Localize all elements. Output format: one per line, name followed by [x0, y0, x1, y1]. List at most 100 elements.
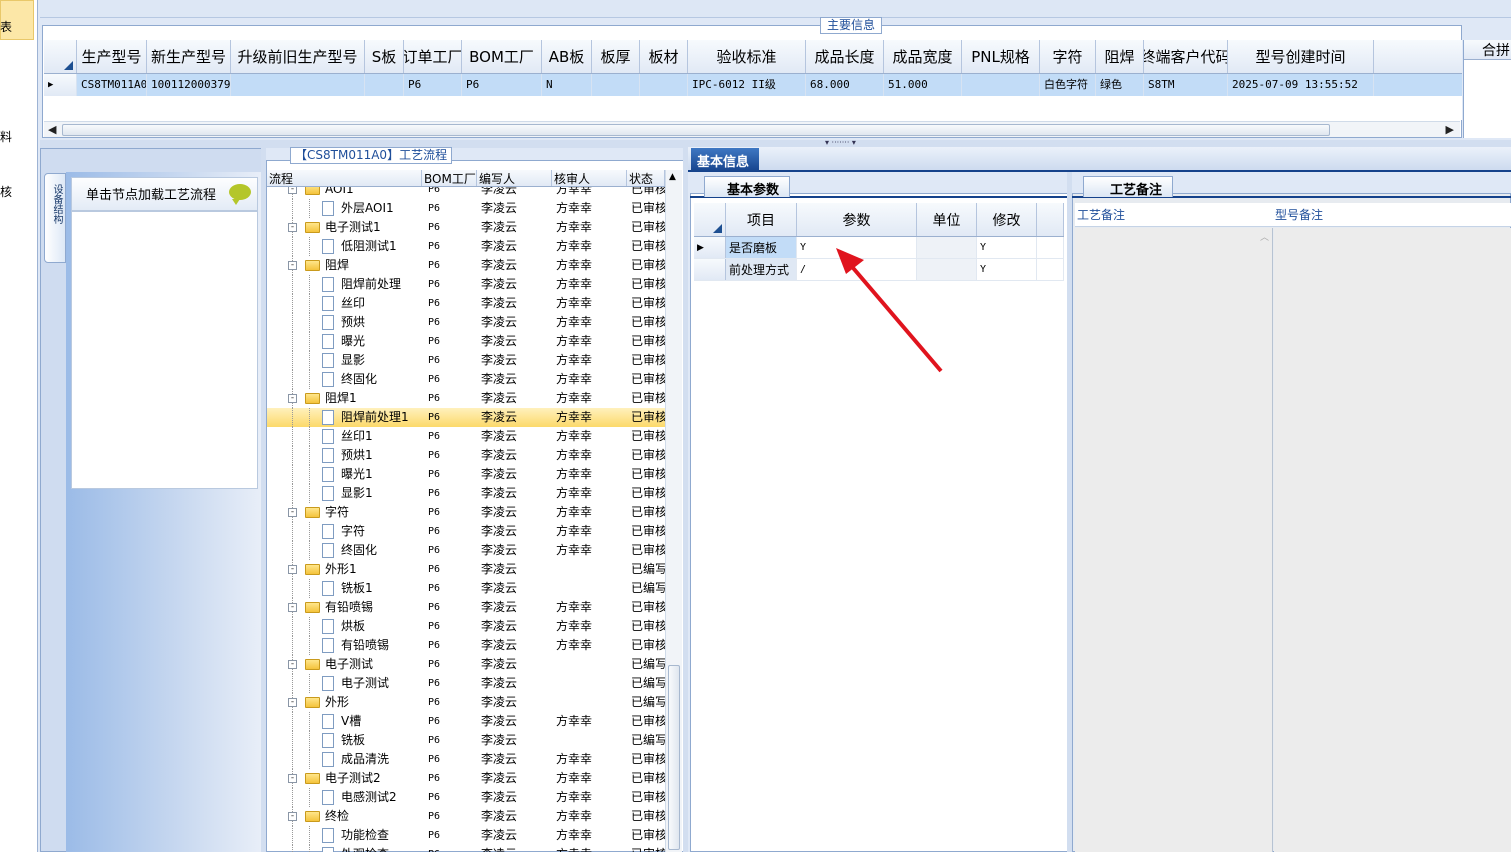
tree-row[interactable]: 低阻测试1 P6 李凌云 方幸幸 已审核 [267, 237, 665, 256]
params-col-modify[interactable]: 修改 [977, 203, 1037, 236]
tree-node[interactable]: 终固化 [267, 541, 422, 560]
main-col-header[interactable]: 板材 [640, 40, 688, 73]
tree-node[interactable]: - 字符 [267, 503, 422, 522]
tree-node[interactable]: 有铅喷锡 [267, 636, 422, 655]
tree-row[interactable]: 成品清洗 P6 李凌云 方幸幸 已审核 [267, 750, 665, 769]
horizontal-scroll-thumb[interactable] [62, 124, 1330, 136]
tree-node[interactable]: 终固化 [267, 370, 422, 389]
collapse-icon[interactable]: - [288, 508, 297, 517]
tree-row[interactable]: 外观检查 P6李凌云方幸幸已审核 [267, 845, 665, 852]
tree-node[interactable]: 外观检查 [267, 845, 422, 852]
tree-node[interactable]: 预烘 [267, 313, 422, 332]
main-col-header[interactable]: PNL规格 [962, 40, 1040, 73]
scroll-right-icon[interactable]: ▶ [1446, 123, 1454, 136]
main-cell[interactable]: 51.000 [884, 74, 962, 96]
tree-node[interactable]: 曝光1 [267, 465, 422, 484]
main-cell[interactable]: 10011200037924 [147, 74, 231, 96]
tree-node[interactable]: 丝印 [267, 294, 422, 313]
tree-row[interactable]: 功能检查 P6 李凌云 方幸幸 已审核 [267, 826, 665, 845]
tree-node[interactable]: - 阻焊1 [267, 389, 422, 408]
collapse-icon[interactable]: - [288, 698, 297, 707]
tree-row[interactable]: - 字符 P6 李凌云 方幸幸 已审核 [267, 503, 665, 522]
equipment-structure-tab[interactable]: 设备结构 [44, 173, 66, 263]
tree-col-reviewer[interactable]: 核审人 [552, 170, 627, 186]
main-cell[interactable] [365, 74, 404, 96]
tree-node[interactable]: 铣板1 [267, 579, 422, 598]
tree-node[interactable]: - 终检 [267, 807, 422, 826]
main-cell[interactable] [592, 74, 640, 96]
collapse-icon[interactable]: - [288, 223, 297, 232]
tree-row[interactable]: 丝印1 P6 李凌云 方幸幸 已审核 [267, 427, 665, 446]
main-cell[interactable] [962, 74, 1040, 96]
main-cell[interactable]: 68.000 [806, 74, 884, 96]
tree-row[interactable]: - 电子测试1 P6 李凌云 方幸幸 已审核 [267, 218, 665, 237]
tree-node[interactable]: - 电子测试2 [267, 769, 422, 788]
process-notes-field[interactable]: ︿ [1075, 228, 1273, 852]
tree-row[interactable]: 烘板 P6 李凌云 方幸幸 已审核 [267, 617, 665, 636]
tree-row[interactable]: - 有铅喷锡 P6 李凌云 方幸幸 已审核 [267, 598, 665, 617]
tree-row[interactable]: 电感测试2 P6 李凌云 方幸幸 已审核 [267, 788, 665, 807]
model-notes-field[interactable] [1274, 228, 1511, 852]
param-item[interactable]: 前处理方式 [726, 259, 797, 280]
tree-row[interactable]: 终固化 P6 李凌云 方幸幸 已审核 [267, 541, 665, 560]
tree-node[interactable]: 功能检查 [267, 826, 422, 845]
left-nav-item-2[interactable]: 料 [0, 128, 12, 145]
tree-col-writer[interactable]: 编写人 [477, 170, 552, 186]
tree-row[interactable]: 显影1 P6 李凌云 方幸幸 已审核 [267, 484, 665, 503]
tree-node[interactable]: 电子测试 [267, 674, 422, 693]
tree-row[interactable]: 电子测试 P6 李凌云 已编写 [267, 674, 665, 693]
main-col-header[interactable]: S板 [365, 40, 404, 73]
main-cell[interactable]: 绿色 [1096, 74, 1144, 96]
tree-node[interactable]: - 阻焊 [267, 256, 422, 275]
scroll-left-icon[interactable]: ◀ [48, 123, 56, 136]
tree-scroll-thumb[interactable] [668, 665, 680, 850]
tree-row[interactable]: 阻焊前处理1 P6 李凌云 方幸幸 已审核 [267, 408, 665, 427]
tree-row[interactable]: 预烘1 P6 李凌云 方幸幸 已审核 [267, 446, 665, 465]
tree-row[interactable]: - 电子测试 P6 李凌云 已编写 [267, 655, 665, 674]
tab-basic-info[interactable]: 基本信息 [691, 148, 759, 172]
main-col-header[interactable]: BOM工厂 [462, 40, 542, 73]
tree-row[interactable]: - 外形 P6 李凌云 已编写 [267, 693, 665, 712]
tree-row[interactable]: 有铅喷锡 P6 李凌云 方幸幸 已审核 [267, 636, 665, 655]
main-col-header[interactable]: 成品长度 [806, 40, 884, 73]
params-col-item[interactable]: 项目 [726, 203, 797, 236]
tree-node[interactable]: 铣板 [267, 731, 422, 750]
tree-node[interactable]: - 有铅喷锡 [267, 598, 422, 617]
main-cell[interactable] [640, 74, 688, 96]
tree-node[interactable]: V槽 [267, 712, 422, 731]
collapse-icon[interactable]: - [288, 187, 297, 194]
param-modify[interactable]: Y [977, 259, 1037, 280]
tree-node[interactable]: 成品清洗 [267, 750, 422, 769]
left-nav-item-3[interactable]: 核 [0, 183, 12, 200]
tree-col-bom[interactable]: BOM工厂 [422, 170, 477, 186]
main-cell[interactable]: IPC-6012 II级 [688, 74, 806, 96]
collapse-icon[interactable]: - [288, 261, 297, 270]
left-nav-item-1[interactable]: 表 [0, 18, 12, 35]
tree-node[interactable]: 曝光 [267, 332, 422, 351]
tree-node[interactable]: - 外形1 [267, 560, 422, 579]
main-col-header[interactable]: 验收标准 [688, 40, 806, 73]
tree-row[interactable]: 预烘 P6 李凌云 方幸幸 已审核 [267, 313, 665, 332]
collapse-icon[interactable]: - [288, 660, 297, 669]
tree-node[interactable]: - 电子测试 [267, 655, 422, 674]
collapse-icon[interactable]: - [288, 774, 297, 783]
tree-node[interactable]: 电感测试2 [267, 788, 422, 807]
tree-node[interactable]: 低阻测试1 [267, 237, 422, 256]
tree-row[interactable]: 外层AOI1 P6 李凌云 方幸幸 已审核 [267, 199, 665, 218]
main-col-header[interactable]: 新生产型号 [147, 40, 231, 73]
param-item[interactable]: 是否磨板 [726, 237, 797, 258]
tree-row[interactable]: 铣板1 P6 李凌云 已编写 [267, 579, 665, 598]
main-col-header[interactable]: 订单工厂 [404, 40, 462, 73]
main-cell[interactable]: 白色字符 [1040, 74, 1096, 96]
collapse-icon[interactable]: - [288, 394, 297, 403]
main-grid-row[interactable]: ▶CS8TM011A010011200037924P6P6NIPC-6012 I… [44, 74, 1462, 96]
tree-node[interactable]: 阻焊前处理1 [267, 408, 422, 427]
horizontal-scrollbar[interactable]: ◀ ▶ [44, 121, 1460, 137]
tree-row[interactable]: 曝光 P6 李凌云 方幸幸 已审核 [267, 332, 665, 351]
tree-row[interactable]: - 外形1 P6 李凌云 已编写 [267, 560, 665, 579]
middle-vertical-splitter[interactable] [683, 148, 688, 852]
tree-row[interactable]: 显影 P6 李凌云 方幸幸 已审核 [267, 351, 665, 370]
tree-col-status[interactable]: 状态 [627, 170, 665, 186]
tree-node[interactable]: 烘板 [267, 617, 422, 636]
tree-node[interactable]: - AOI1 [267, 187, 422, 199]
